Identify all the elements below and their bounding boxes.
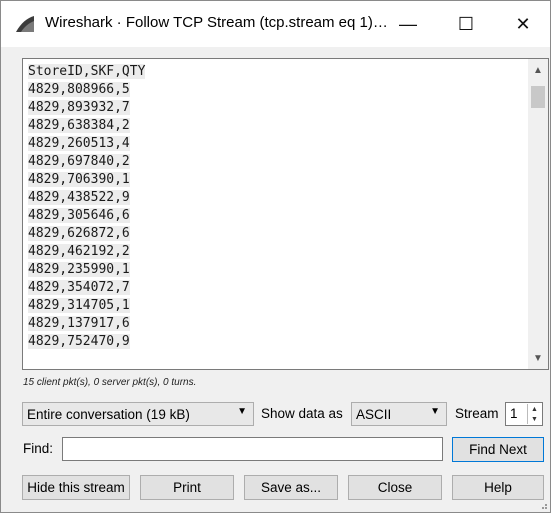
show-data-label: Show data as bbox=[261, 406, 343, 421]
vertical-scrollbar[interactable]: ▲ ▼ bbox=[528, 59, 548, 369]
conversation-select[interactable]: Entire conversation (19 kB) ▼ bbox=[22, 402, 254, 426]
stream-line: StoreID,SKF,QTY bbox=[28, 63, 146, 81]
follow-tcp-stream-window: Wireshark · Follow TCP Stream (tcp.strea… bbox=[0, 0, 551, 513]
find-next-button[interactable]: Find Next bbox=[452, 437, 544, 462]
stream-line: 4829,305646,6 bbox=[28, 207, 145, 225]
stream-line-text: 4829,697840,2 bbox=[28, 154, 130, 169]
spin-buttons[interactable]: ▲ ▼ bbox=[527, 404, 541, 424]
stream-line-text: 4829,706390,1 bbox=[28, 172, 130, 187]
scroll-down-arrow-icon[interactable]: ▼ bbox=[528, 349, 548, 367]
close-window-button[interactable]: ✕ bbox=[500, 1, 546, 47]
stream-number-value: 1 bbox=[510, 406, 518, 421]
stream-line-text: 4829,638384,2 bbox=[28, 118, 130, 133]
stream-line-text: 4829,893932,7 bbox=[28, 100, 130, 115]
hide-stream-button[interactable]: Hide this stream bbox=[22, 475, 130, 500]
stream-line-text: 4829,438522,9 bbox=[28, 190, 130, 205]
packet-summary: 15 client pkt(s), 0 server pkt(s), 0 tur… bbox=[23, 377, 197, 388]
stream-line-text: 4829,354072,7 bbox=[28, 280, 130, 295]
wireshark-fin-icon bbox=[16, 16, 34, 32]
maximize-button[interactable]: ☐ bbox=[443, 1, 489, 47]
stream-line: 4829,354072,7 bbox=[28, 279, 145, 297]
stream-line: 4829,893932,7 bbox=[28, 99, 145, 117]
stream-number-spinbox[interactable]: 1 ▲ ▼ bbox=[505, 402, 543, 426]
show-data-select[interactable]: ASCII ▼ bbox=[351, 402, 447, 426]
stream-line: 4829,462192,2 bbox=[28, 243, 145, 261]
stream-line-text: 4829,808966,5 bbox=[28, 82, 130, 97]
stream-line: 4829,752470,9 bbox=[28, 333, 145, 351]
resize-grip-icon[interactable] bbox=[538, 500, 548, 510]
window-title: Wireshark · Follow TCP Stream (tcp.strea… bbox=[45, 14, 388, 31]
scrollbar-thumb[interactable] bbox=[531, 86, 545, 108]
stream-line-text: 4829,235990,1 bbox=[28, 262, 130, 277]
stream-line: 4829,706390,1 bbox=[28, 171, 145, 189]
find-input[interactable] bbox=[62, 437, 443, 461]
title-bar[interactable]: Wireshark · Follow TCP Stream (tcp.strea… bbox=[1, 1, 550, 47]
stream-line-text: StoreID,SKF,QTY bbox=[28, 64, 146, 79]
stream-text-view[interactable]: StoreID,SKF,QTY 4829,808966,5 4829,893932,… bbox=[22, 58, 549, 370]
save-as-button[interactable]: Save as... bbox=[244, 475, 338, 500]
stream-line: 4829,235990,1 bbox=[28, 261, 145, 279]
stream-line: 4829,314705,1 bbox=[28, 297, 145, 315]
spin-up-icon[interactable]: ▲ bbox=[528, 404, 541, 414]
stream-line-text: 4829,260513,4 bbox=[28, 136, 130, 151]
stream-label: Stream bbox=[455, 406, 499, 421]
help-button[interactable]: Help bbox=[452, 475, 544, 500]
spin-down-icon[interactable]: ▼ bbox=[528, 414, 541, 424]
stream-line-text: 4829,626872,6 bbox=[28, 226, 130, 241]
chevron-down-icon: ▼ bbox=[237, 406, 247, 417]
stream-line: 4829,638384,2 bbox=[28, 117, 145, 135]
stream-line-text: 4829,752470,9 bbox=[28, 334, 130, 349]
stream-line: 4829,697840,2 bbox=[28, 153, 145, 171]
chevron-down-icon: ▼ bbox=[430, 406, 440, 417]
close-button[interactable]: Close bbox=[348, 475, 442, 500]
stream-lines: StoreID,SKF,QTY 4829,808966,5 4829,893932,… bbox=[28, 63, 146, 351]
stream-line: 4829,808966,5 bbox=[28, 81, 145, 99]
stream-line: 4829,260513,4 bbox=[28, 135, 145, 153]
find-label: Find: bbox=[23, 441, 54, 456]
scroll-up-arrow-icon[interactable]: ▲ bbox=[528, 61, 548, 79]
show-data-select-value: ASCII bbox=[356, 406, 392, 422]
stream-line: 4829,626872,6 bbox=[28, 225, 145, 243]
minimize-button[interactable]: — bbox=[385, 1, 431, 47]
stream-line: 4829,438522,9 bbox=[28, 189, 145, 207]
conversation-select-value: Entire conversation (19 kB) bbox=[27, 406, 190, 422]
stream-line-text: 4829,137917,6 bbox=[28, 316, 130, 331]
print-button[interactable]: Print bbox=[140, 475, 234, 500]
stream-line-text: 4829,305646,6 bbox=[28, 208, 130, 223]
stream-line: 4829,137917,6 bbox=[28, 315, 145, 333]
stream-line-text: 4829,462192,2 bbox=[28, 244, 130, 259]
stream-line-text: 4829,314705,1 bbox=[28, 298, 130, 313]
